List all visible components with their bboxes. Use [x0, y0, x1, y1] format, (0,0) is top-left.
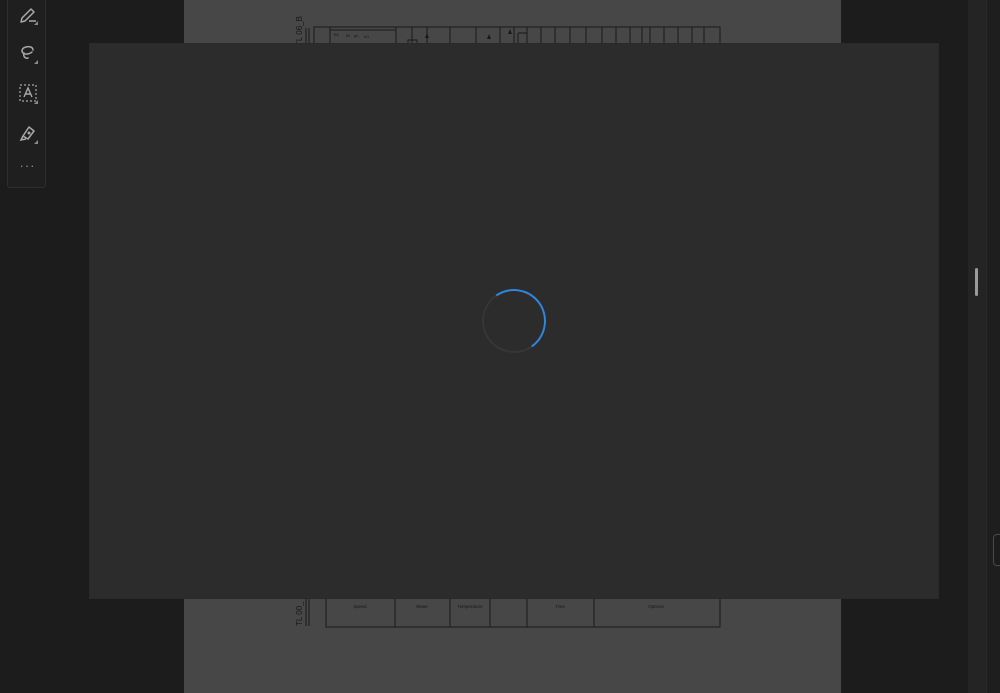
text-select-tool-button[interactable] — [13, 79, 42, 107]
column-label-options: Options — [648, 604, 664, 609]
svg-text:gh: gh — [354, 33, 358, 38]
svg-text:Bt: Bt — [346, 33, 351, 38]
lasso-tool-button[interactable] — [13, 39, 42, 67]
side-panel-toggle[interactable] — [993, 534, 1000, 566]
highlighter-tool-button[interactable] — [13, 119, 42, 147]
tool-options-indicator — [34, 60, 38, 64]
more-tools-button[interactable]: ··· — [13, 157, 42, 175]
column-label-time: Time — [555, 604, 565, 609]
side-label-top: TL 06_B — [295, 16, 304, 46]
tool-options-indicator — [34, 100, 38, 104]
tool-options-indicator — [34, 140, 38, 144]
right-panel — [968, 0, 986, 693]
svg-text:hD: hD — [364, 34, 369, 39]
loading-overlay — [90, 44, 938, 598]
annotation-tool-rail: ··· — [7, 0, 46, 188]
column-label-water: Water — [416, 604, 428, 609]
pen-tool-button[interactable] — [13, 0, 42, 28]
svg-text:B5: B5 — [334, 32, 340, 37]
loading-spinner — [476, 283, 552, 359]
right-edge-panel — [986, 0, 1000, 693]
column-label-speed: Speed — [353, 604, 367, 609]
column-label-temperature: Temperature — [457, 604, 483, 609]
vertical-scrollbar-thumb[interactable] — [975, 268, 978, 296]
tool-options-indicator — [34, 21, 38, 25]
side-label-bottom: TL 00_ — [295, 601, 304, 626]
